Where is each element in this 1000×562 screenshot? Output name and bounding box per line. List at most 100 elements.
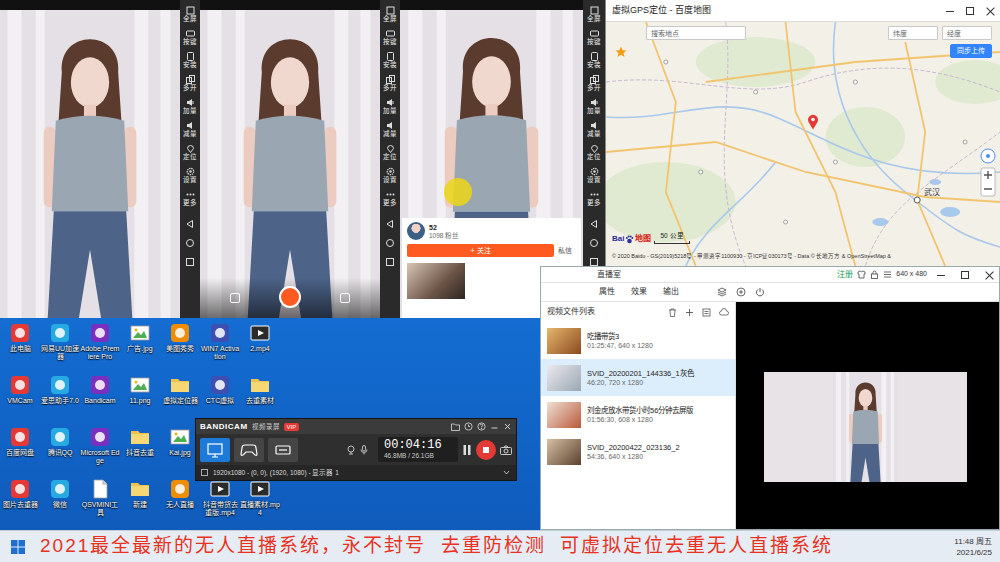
star-icon[interactable] xyxy=(615,46,627,58)
back-icon[interactable] xyxy=(185,219,195,229)
sidebar-button[interactable]: 多开 xyxy=(183,72,197,95)
message-button[interactable]: 私信 xyxy=(554,246,576,255)
sidebar-button[interactable]: 定位 xyxy=(183,141,197,164)
upload-button[interactable]: 同步上传 xyxy=(950,44,992,58)
sidebar-button[interactable]: 更多 xyxy=(183,187,197,210)
desktop-icon[interactable]: 抖音去重 xyxy=(120,424,160,476)
sidebar-button[interactable]: 安装 xyxy=(383,49,397,72)
sidebar-button[interactable]: 设置 xyxy=(183,164,197,187)
sidebar-button[interactable]: 安装 xyxy=(183,49,197,72)
microphone-icon[interactable] xyxy=(360,445,368,455)
close-button[interactable] xyxy=(979,267,999,282)
windows-logo-icon[interactable] xyxy=(0,540,36,554)
screen-mode-button[interactable] xyxy=(200,438,230,462)
sidebar-button[interactable]: 加量 xyxy=(587,95,601,118)
menu-icon[interactable] xyxy=(883,270,892,279)
desktop-icon[interactable]: 虚拟定位器 xyxy=(160,372,200,424)
pause-icon[interactable] xyxy=(462,444,472,456)
game-mode-button[interactable] xyxy=(234,438,264,462)
sidebar-button[interactable]: 减量 xyxy=(383,118,397,141)
clock[interactable]: 11:48 周五2021/6/25 xyxy=(954,536,1000,558)
sidebar-button[interactable]: 多开 xyxy=(383,72,397,95)
desktop-icon[interactable]: 腾讯QQ xyxy=(40,424,80,476)
sidebar-button[interactable]: 按键 xyxy=(183,26,197,49)
sidebar-button[interactable]: 设置 xyxy=(383,164,397,187)
desktop-icon[interactable]: QSVMINI工具 xyxy=(80,476,120,528)
lock-icon[interactable] xyxy=(870,270,879,279)
stop-button[interactable] xyxy=(476,440,496,460)
desktop-icon[interactable]: WIN7 Activation xyxy=(200,320,240,372)
minimize-button[interactable] xyxy=(940,0,960,21)
add-icon[interactable] xyxy=(736,287,746,297)
desktop-icon[interactable]: 图片去重器 xyxy=(0,476,40,528)
list-icon[interactable] xyxy=(702,308,711,317)
cloud-icon[interactable] xyxy=(719,308,729,317)
back-icon[interactable] xyxy=(385,219,395,229)
power-icon[interactable] xyxy=(755,287,765,297)
close-icon[interactable] xyxy=(503,422,512,431)
chevron-down-icon[interactable] xyxy=(502,468,511,477)
sidebar-button[interactable]: 安装 xyxy=(587,49,601,72)
follow-button[interactable]: + 关注 xyxy=(407,244,554,257)
desktop-icon[interactable]: VMCam xyxy=(0,372,40,424)
trash-icon[interactable] xyxy=(668,308,677,317)
sidebar-button[interactable]: 减量 xyxy=(183,118,197,141)
desktop-icon[interactable]: 直播素材.mp4 xyxy=(240,476,280,528)
desktop-icon[interactable]: 无人直播 xyxy=(160,476,200,528)
search-field[interactable] xyxy=(646,26,746,40)
sidebar-button[interactable]: 定位 xyxy=(587,141,601,164)
sidebar-button[interactable]: 全屏 xyxy=(183,3,197,26)
desktop-icon[interactable]: 广告.jpg xyxy=(120,320,160,372)
layers-icon[interactable] xyxy=(717,287,727,297)
record-button[interactable] xyxy=(279,286,301,308)
sidebar-button[interactable]: 全屏 xyxy=(383,3,397,26)
desktop-icon[interactable]: Kai.jpg xyxy=(160,424,200,476)
desktop-icon[interactable]: 抖音带货去重版.mp4 xyxy=(200,476,240,528)
longitude-field[interactable] xyxy=(942,26,992,40)
recent-apps-icon[interactable] xyxy=(385,257,395,267)
clock-icon[interactable] xyxy=(464,422,473,431)
desktop-icon[interactable]: Microsoft Edge xyxy=(80,424,120,476)
location-pin-icon[interactable] xyxy=(807,114,819,130)
home-icon[interactable] xyxy=(385,238,395,248)
desktop-icon[interactable]: 网易UU加速器 xyxy=(40,320,80,372)
zoom-control-icon[interactable] xyxy=(980,148,996,198)
tab[interactable]: 属性 xyxy=(599,287,615,297)
register-link[interactable]: 注册 xyxy=(837,270,853,280)
sidebar-button[interactable]: 减量 xyxy=(587,118,601,141)
home-icon[interactable] xyxy=(589,238,599,248)
sidebar-button[interactable]: 加量 xyxy=(383,95,397,118)
device-mode-button[interactable] xyxy=(268,438,298,462)
avatar-icon[interactable] xyxy=(407,222,425,240)
sidebar-button[interactable]: 全屏 xyxy=(587,3,601,26)
desktop-icon[interactable]: 百度网盘 xyxy=(0,424,40,476)
desktop-icon[interactable]: 微信 xyxy=(40,476,80,528)
webcam-icon[interactable] xyxy=(346,445,356,455)
recent-apps-icon[interactable] xyxy=(185,257,195,267)
sidebar-button[interactable]: 加量 xyxy=(183,95,197,118)
desktop-icon[interactable]: 爱思助手7.0 xyxy=(40,372,80,424)
plus-icon[interactable] xyxy=(685,308,694,317)
sidebar-button[interactable]: 更多 xyxy=(587,187,601,210)
desktop-icon[interactable]: 新建 xyxy=(120,476,160,528)
sidebar-button[interactable]: 定位 xyxy=(383,141,397,164)
sidebar-button[interactable]: 设置 xyxy=(587,164,601,187)
folder-icon[interactable] xyxy=(451,423,460,431)
maximize-button[interactable] xyxy=(960,0,980,21)
desktop-icon[interactable]: 2.mp4 xyxy=(240,320,280,372)
sidebar-button[interactable]: 按键 xyxy=(383,26,397,49)
home-icon[interactable] xyxy=(185,238,195,248)
desktop-icon[interactable]: Bandicam xyxy=(80,372,120,424)
help-icon[interactable] xyxy=(477,422,486,431)
desktop-icon[interactable]: Adobe Premiere Pro xyxy=(80,320,120,372)
video-row[interactable]: 刘金虎放水带货小时56分钟去屏版01:56:30, 608 x 1280 xyxy=(541,396,735,433)
desktop-icon[interactable]: 美图秀秀 xyxy=(160,320,200,372)
desktop-icon[interactable]: 11.png xyxy=(120,372,160,424)
latitude-field[interactable] xyxy=(888,26,938,40)
maximize-button[interactable] xyxy=(955,267,975,282)
gallery-icon[interactable] xyxy=(230,293,240,303)
sidebar-button[interactable]: 按键 xyxy=(587,26,601,49)
effects-icon[interactable] xyxy=(340,293,350,303)
sidebar-button[interactable]: 多开 xyxy=(587,72,601,95)
video-row[interactable]: SVID_20200422_023136_254:36, 640 x 1280 xyxy=(541,433,735,470)
